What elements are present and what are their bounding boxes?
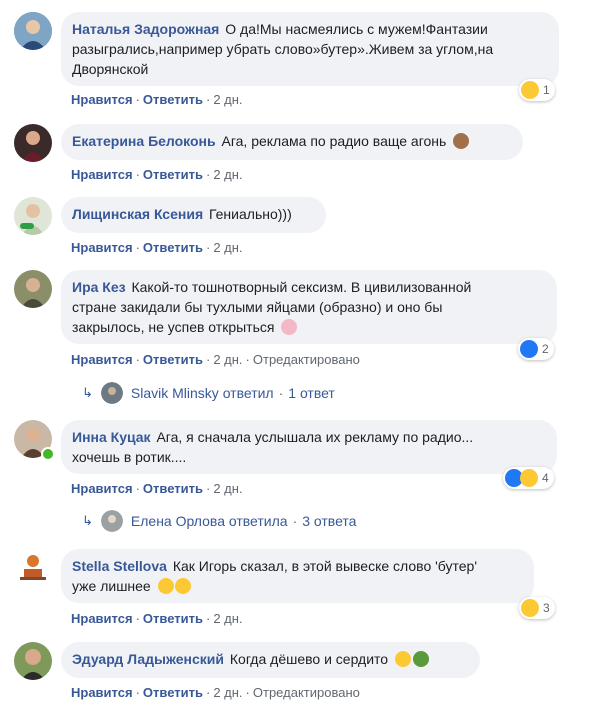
comment-actions: Нравится · Ответить · 2 дн. [71,481,243,496]
avatar [100,382,123,404]
comment-time[interactable]: 2 дн. [213,92,242,107]
avatar[interactable] [14,197,52,235]
comment-text: О да!Мы насмеялись с мужем!Фантазии [225,21,488,37]
person-tipping-hand-icon [281,319,298,335]
reply-arrow-icon: ↳ [82,385,93,400]
avatar[interactable] [14,124,52,162]
comment-bubble: Екатерина Белоконь Ага, реклама по радио… [61,124,523,160]
comment-text: Ага, реклама по радио ваще агонь [221,133,447,149]
view-replies-link[interactable]: ↳ Елена Орлова ответила · 3 ответа [82,509,356,533]
haha-reaction-icon [521,81,539,99]
wow-reaction-icon [520,469,538,487]
comment-text: стране закидали бы тухлыми яйцами (образ… [72,299,443,315]
comment-time[interactable]: 2 дн. [213,611,242,626]
reaction-summary[interactable]: 4 [503,467,554,489]
comment-actions: Нравится · Ответить · 2 дн. [71,611,243,626]
like-link[interactable]: Нравится [71,611,133,626]
avatar-image [14,12,52,50]
avatar-image [14,270,52,308]
reaction-count: 3 [543,601,550,615]
tears-of-joy-icon [394,651,411,667]
comment-author[interactable]: Екатерина Белоконь [72,133,216,149]
avatar-image [14,549,52,587]
comment-bubble: Наталья Задорожная О да!Мы насмеялись с … [61,12,559,86]
reaction-summary[interactable]: 1 [519,79,555,101]
comment-actions: Нравится · Ответить · 2 дн. · Отредактировано [71,352,360,367]
replies-count[interactable]: 3 ответа [302,513,356,529]
comment-time[interactable]: 2 дн. [213,352,242,367]
comment-author[interactable]: Эдуард Ладыженский [72,651,224,667]
view-replies-link[interactable]: ↳ Slavik Mlinsky ответил · 1 ответ [82,381,335,405]
reaction-summary[interactable]: 2 [518,338,554,360]
edited-label: Отредактировано [252,352,360,367]
like-reaction-icon [520,340,538,358]
comment-actions: Нравится · Ответить · 2 дн. [71,240,243,255]
like-link[interactable]: Нравится [71,92,133,107]
avatar [100,510,123,532]
avatar[interactable] [14,12,52,50]
comment-text: Ага, я сначала услышала их рекламу по ра… [156,429,474,445]
reaction-count: 4 [542,471,549,485]
haha-reaction-icon [521,599,539,617]
comment-text: Дворянской [72,61,149,77]
comment-bubble: Эдуард Ладыженский Когда дёшево и сердит… [61,642,480,678]
reply-arrow-icon: ↳ [82,513,93,528]
comment-actions: Нравится · Ответить · 2 дн. · Отредактировано [71,685,360,700]
comment-bubble: Stella Stellova Как Игорь сказал, в этой… [61,549,534,603]
comment-time[interactable]: 2 дн. [213,685,242,700]
comment-time[interactable]: 2 дн. [213,240,242,255]
comment-text: Какой-то тошнотворный сексизм. В цивилиз… [131,279,472,295]
like-link[interactable]: Нравится [71,685,133,700]
comment-time[interactable]: 2 дн. [213,167,242,182]
like-link[interactable]: Нравится [71,481,133,496]
man-facepalming-icon [412,651,429,667]
comment-bubble: Ира Кез Какой-то тошнотворный сексизм. В… [61,270,557,344]
comment-text: Как Игорь сказал, в этой вывеске слово '… [172,558,478,574]
reply-link[interactable]: Ответить [143,611,203,626]
comment-author[interactable]: Stella Stellova [72,558,167,574]
reaction-count: 2 [542,342,549,356]
comment-text: хочешь в ротик.... [72,449,187,465]
see-no-evil-monkey-icon [453,133,470,149]
like-link[interactable]: Нравится [71,240,133,255]
reply-link[interactable]: Ответить [143,481,203,496]
avatar[interactable] [14,642,52,680]
reply-link[interactable]: Ответить [143,685,203,700]
reply-link[interactable]: Ответить [143,240,203,255]
like-link[interactable]: Нравится [71,167,133,182]
rolling-laughing-icon [174,578,191,594]
reply-link[interactable]: Ответить [143,92,203,107]
replies-count[interactable]: 1 ответ [288,385,335,401]
reply-link[interactable]: Ответить [143,352,203,367]
avatar-image [14,642,52,680]
reaction-count: 1 [543,83,550,97]
comment-time[interactable]: 2 дн. [213,481,242,496]
reply-link[interactable]: Ответить [143,167,203,182]
avatar-image [14,197,52,235]
avatar[interactable] [14,549,52,587]
comment-author[interactable]: Инна Куцак [72,429,151,445]
comment-author[interactable]: Ира Кез [72,279,126,295]
avatar[interactable] [14,270,52,308]
reaction-summary[interactable]: 3 [519,597,555,619]
avatar-image [14,124,52,162]
comment-actions: Нравится · Ответить · 2 дн. [71,167,243,182]
rolling-laughing-icon [157,578,174,594]
comment-text: Когда дёшево и сердито [229,651,389,667]
comment-author[interactable]: Наталья Задорожная [72,21,219,37]
comment-actions: Нравится · Ответить · 2 дн. [71,92,243,107]
like-link[interactable]: Нравится [71,352,133,367]
comment-text: разыгрались,например убрать слово»бутер»… [72,41,494,57]
replies-author[interactable]: Slavik Mlinsky ответил [131,385,274,401]
online-status-icon [41,447,55,461]
comment-bubble: Лищинская Ксения Гениально))) [61,197,326,233]
edited-label: Отредактировано [252,685,360,700]
replies-author[interactable]: Елена Орлова ответила [131,513,288,529]
comment-text: Гениально))) [209,206,292,222]
comment-bubble: Инна Куцак Ага, я сначала услышала их ре… [61,420,557,474]
comment-text: закрылось, не успев открыться [72,319,275,335]
comment-author[interactable]: Лищинская Ксения [72,206,203,222]
comment-text: уже лишнее [72,578,151,594]
